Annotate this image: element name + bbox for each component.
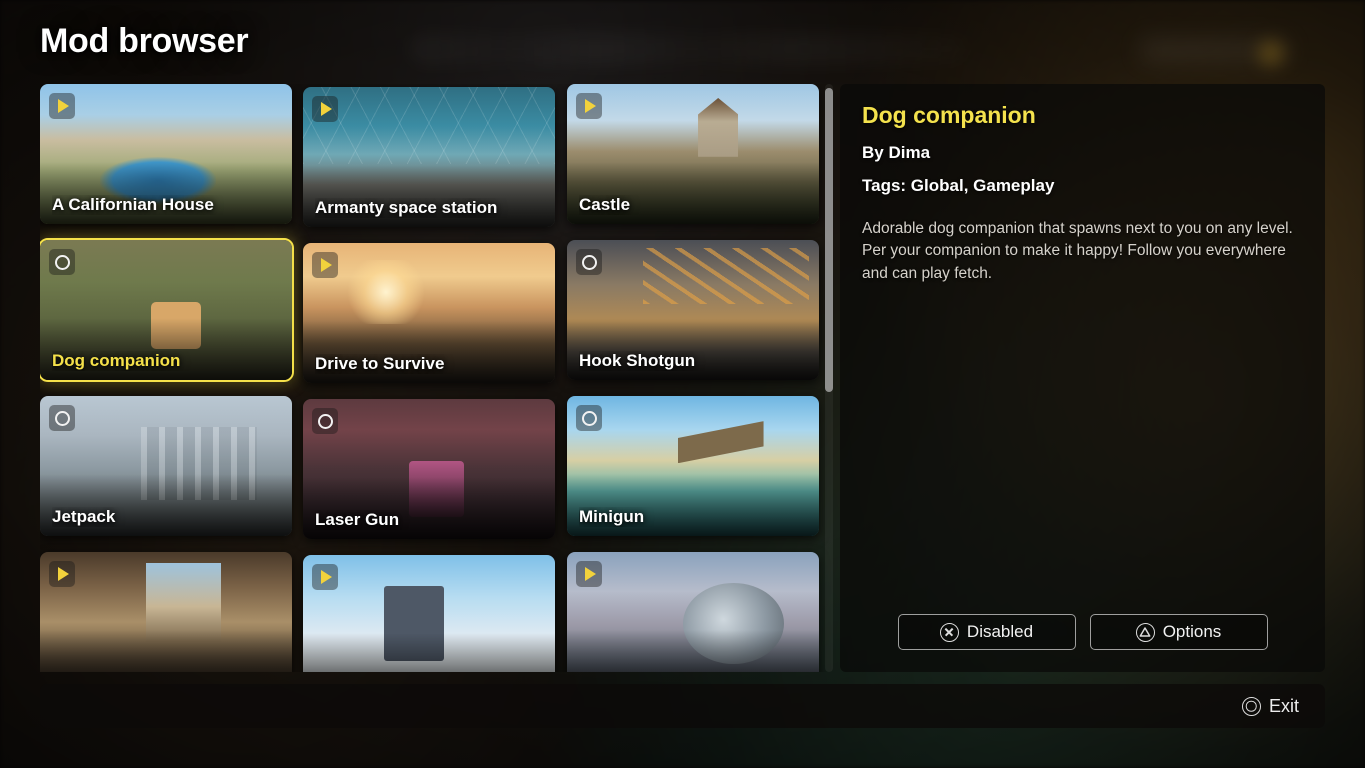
mod-grid[interactable]: A Californian House Armanty space station…: [40, 84, 832, 672]
thumbnail-scrim: [303, 633, 555, 672]
exit-button[interactable]: Exit: [1241, 695, 1299, 717]
mod-tile[interactable]: [303, 555, 555, 672]
mod-tile[interactable]: Jetpack: [40, 396, 292, 536]
ps-triangle-icon: [1135, 622, 1155, 642]
play-triangle-icon: [49, 561, 75, 587]
circle-disabled-icon: [54, 254, 70, 270]
mod-tile[interactable]: Castle: [567, 84, 819, 224]
circle-disabled-icon: [581, 254, 597, 270]
play-triangle-icon: [321, 570, 332, 584]
detail-author: By Dima: [862, 143, 931, 162]
circle-disabled-icon: [49, 249, 75, 275]
circle-disabled-icon: [576, 249, 602, 275]
play-triangle-icon: [312, 252, 338, 278]
mod-tile-title: Laser Gun: [315, 510, 400, 529]
thumbnail-scrim: [567, 630, 819, 672]
circle-disabled-icon: [581, 410, 597, 426]
mod-tile-title: Castle: [579, 195, 631, 214]
options-label: Options: [1162, 622, 1222, 641]
play-triangle-icon: [321, 258, 332, 272]
exit-label: Exit: [1268, 695, 1299, 716]
mod-tile[interactable]: Armanty space station: [303, 87, 555, 227]
play-triangle-icon: [58, 567, 69, 581]
mod-tile-title: Jetpack: [52, 507, 116, 526]
bottom-action-bar: Exit: [40, 684, 1325, 728]
play-triangle-icon: [576, 93, 602, 119]
mod-tile-title: Minigun: [579, 507, 645, 526]
mod-tile-title: Dog companion: [52, 351, 181, 370]
play-triangle-icon: [312, 96, 338, 122]
page-title: Mod browser: [40, 22, 249, 60]
mod-tile[interactable]: Dog companion: [40, 238, 294, 382]
mod-tile[interactable]: A Californian House: [40, 84, 292, 224]
mod-tile[interactable]: Hook Shotgun: [567, 240, 819, 380]
mod-tile-title: Drive to Survive: [315, 354, 445, 373]
detail-action-row: Disabled Options: [840, 614, 1325, 650]
detail-title: Dog companion: [862, 102, 1036, 128]
play-triangle-icon: [585, 99, 596, 113]
mod-tile-title: A Californian House: [52, 195, 214, 214]
play-triangle-icon: [58, 99, 69, 113]
ps-circle-icon: [1241, 696, 1261, 716]
mod-tile[interactable]: [567, 552, 819, 672]
mod-tile[interactable]: Drive to Survive: [303, 243, 555, 383]
mod-tile-title: Armanty space station: [315, 198, 498, 217]
options-button[interactable]: Options: [1089, 614, 1268, 650]
mod-detail-panel: Dog companion By Dima Tags: Global, Game…: [840, 84, 1325, 672]
grid-scrollbar-track[interactable]: [825, 84, 833, 672]
ps-cross-icon: [939, 622, 959, 642]
mod-tile-title: Hook Shotgun: [579, 351, 696, 370]
circle-disabled-icon: [576, 405, 602, 431]
detail-tags: Tags: Global, Gameplay: [862, 176, 1055, 195]
play-triangle-icon: [49, 93, 75, 119]
circle-disabled-icon: [317, 413, 333, 429]
circle-disabled-icon: [54, 410, 70, 426]
toggle-enabled-button[interactable]: Disabled: [897, 614, 1076, 650]
detail-description: Adorable dog companion that spawns next …: [862, 220, 1293, 282]
circle-disabled-icon: [312, 408, 338, 434]
mod-tile[interactable]: [40, 552, 292, 672]
circle-disabled-icon: [49, 405, 75, 431]
play-triangle-icon: [321, 102, 332, 116]
toggle-enabled-label: Disabled: [966, 622, 1034, 641]
mod-browser-screen: Mod browser A Californian House Armanty s…: [0, 0, 1365, 768]
grid-scrollbar-thumb[interactable]: [825, 88, 833, 392]
play-triangle-icon: [312, 564, 338, 590]
mod-tile[interactable]: Minigun: [567, 396, 819, 536]
play-triangle-icon: [576, 561, 602, 587]
thumbnail-scrim: [40, 630, 292, 672]
mod-tile[interactable]: Laser Gun: [303, 399, 555, 539]
play-triangle-icon: [585, 567, 596, 581]
